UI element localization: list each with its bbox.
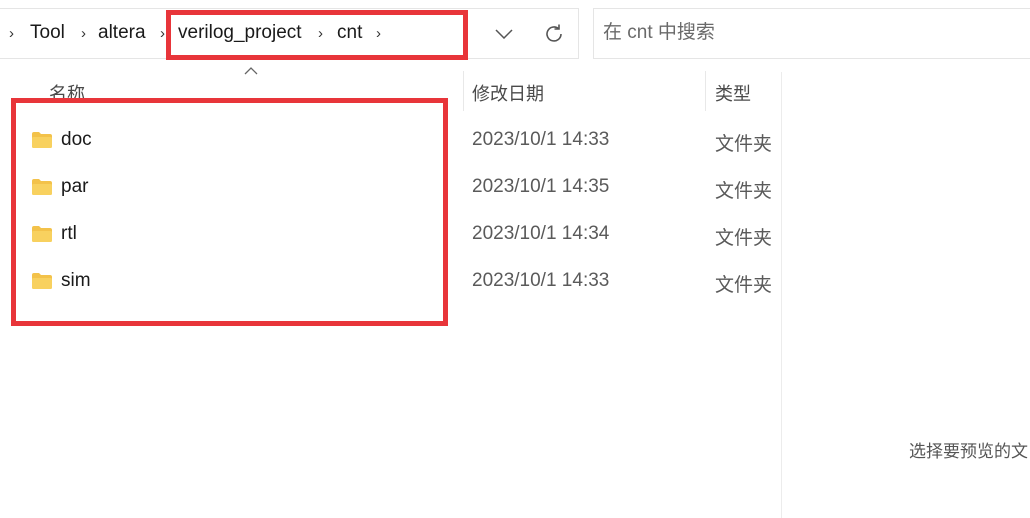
breadcrumb-verilog-project[interactable]: verilog_project <box>178 22 302 44</box>
file-modified: 2023/10/1 14:33 <box>472 129 610 150</box>
column-header-type[interactable]: 类型 <box>715 80 751 106</box>
file-type: 文件夹 <box>715 181 773 202</box>
folder-icon <box>32 226 52 242</box>
folder-icon <box>32 132 52 148</box>
file-name[interactable]: doc <box>61 129 92 151</box>
file-explorer-window: › Tool › altera › verilog_project › cnt … <box>0 0 1030 518</box>
file-modified: 2023/10/1 14:33 <box>472 270 610 291</box>
history-dropdown-button[interactable] <box>486 19 522 49</box>
chevron-right-icon[interactable]: › <box>376 25 381 42</box>
file-name[interactable]: par <box>61 176 88 198</box>
search-box[interactable] <box>593 8 1030 59</box>
preview-pane-message: 选择要预览的文 <box>909 442 1028 461</box>
breadcrumb-altera[interactable]: altera <box>98 22 146 44</box>
breadcrumb-tool[interactable]: Tool <box>30 22 65 44</box>
chevron-right-icon[interactable]: › <box>318 25 323 42</box>
file-row-doc[interactable]: doc 2023/10/1 14:33 文件夹 <box>22 119 782 163</box>
preview-pane-divider[interactable] <box>781 72 782 518</box>
chevron-right-icon[interactable]: › <box>81 25 86 42</box>
refresh-button[interactable] <box>536 19 572 49</box>
chevron-down-icon <box>495 29 513 39</box>
file-modified: 2023/10/1 14:35 <box>472 176 610 197</box>
file-type: 文件夹 <box>715 228 773 249</box>
sort-ascending-icon[interactable] <box>244 66 258 75</box>
chevron-right-icon[interactable]: › <box>160 25 165 42</box>
address-bar[interactable]: › Tool › altera › verilog_project › cnt … <box>0 8 579 59</box>
file-name[interactable]: rtl <box>61 223 77 245</box>
column-header-date-modified[interactable]: 修改日期 <box>472 80 544 106</box>
file-row-rtl[interactable]: rtl 2023/10/1 14:34 文件夹 <box>22 213 782 257</box>
folder-icon <box>32 273 52 289</box>
file-name[interactable]: sim <box>61 270 91 292</box>
refresh-icon <box>546 24 562 42</box>
file-modified: 2023/10/1 14:34 <box>472 223 610 244</box>
chevron-right-icon[interactable]: › <box>9 25 14 42</box>
file-row-sim[interactable]: sim 2023/10/1 14:33 文件夹 <box>22 260 782 304</box>
column-divider[interactable] <box>463 71 464 111</box>
column-divider[interactable] <box>705 71 706 111</box>
search-input[interactable] <box>603 22 1003 44</box>
file-type: 文件夹 <box>715 275 773 296</box>
file-row-par[interactable]: par 2023/10/1 14:35 文件夹 <box>22 166 782 210</box>
column-header-name[interactable]: 名称 <box>49 80 85 106</box>
folder-icon <box>32 179 52 195</box>
breadcrumb-cnt[interactable]: cnt <box>337 22 362 44</box>
file-type: 文件夹 <box>715 134 773 155</box>
